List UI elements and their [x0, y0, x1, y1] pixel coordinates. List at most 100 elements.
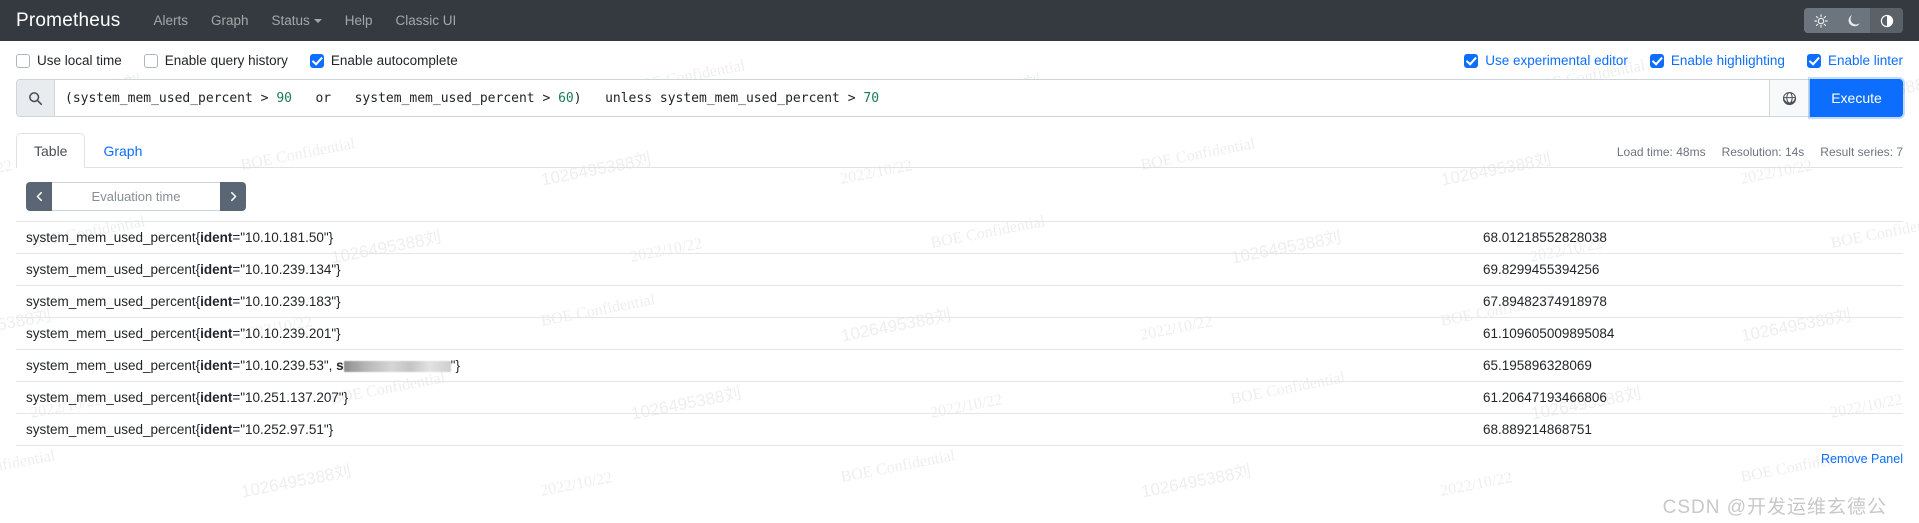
brand-prometheus[interactable]: Prometheus: [16, 10, 120, 32]
label-key: ident: [200, 422, 233, 437]
theme-toggle-group: [1804, 8, 1903, 33]
nav-item-alerts[interactable]: Alerts: [142, 7, 199, 34]
query-row: (system_mem_used_percent > 90 or system_…: [0, 74, 1919, 117]
label-key: ident: [200, 262, 233, 277]
tab-graph[interactable]: Graph: [85, 133, 160, 168]
results-table: system_mem_used_percent{ident="10.10.181…: [16, 221, 1903, 445]
query-token: (system_mem_used_percent: [65, 90, 261, 106]
value-cell: 65.195896328069: [1483, 358, 1592, 373]
dark-theme-button[interactable]: [1837, 8, 1870, 33]
panel-tabs: Table Graph Load time: 48ms Resolution: …: [16, 133, 1903, 168]
metric-explorer-button[interactable]: [1770, 79, 1810, 117]
query-token: 90: [276, 90, 292, 106]
options-row-right: Use experimental editor Enable highlight…: [1442, 53, 1903, 68]
metric-close-brace: }: [336, 326, 341, 341]
table-row: system_mem_used_percent{ident="10.251.13…: [16, 381, 1903, 414]
nav-links: Alerts Graph Status Help Classic UI: [142, 7, 467, 34]
checkbox-use-local-time-label: Use local time: [37, 53, 122, 68]
metric-name: system_mem_used_percent{: [26, 326, 201, 341]
query-input-group[interactable]: (system_mem_used_percent > 90 or system_…: [16, 79, 1770, 117]
label-key: ident: [200, 358, 233, 373]
metric-name: system_mem_used_percent{: [26, 294, 201, 309]
table-row: system_mem_used_percent{ident="10.10.181…: [16, 221, 1903, 254]
chevron-down-icon: [313, 19, 322, 23]
value-cell: 69.8299455394256: [1483, 262, 1600, 277]
label-value: ="10.10.181.50": [232, 230, 329, 245]
checkbox-use-experimental-editor[interactable]: Use experimental editor: [1464, 53, 1628, 68]
metric-close-brace: "}: [450, 358, 460, 373]
evaluation-time-group: [26, 182, 246, 211]
checkbox-enable-query-history[interactable]: Enable query history: [143, 53, 288, 68]
table-row: system_mem_used_percent{ident="10.10.239…: [16, 285, 1903, 318]
query-token: ): [573, 90, 582, 106]
checkbox-box[interactable]: [1464, 53, 1479, 68]
table-row: system_mem_used_percent{ident="10.10.239…: [16, 349, 1903, 382]
metric-close-brace: }: [328, 422, 334, 437]
metric-close-brace: }: [336, 262, 341, 277]
nav-item-help[interactable]: Help: [334, 7, 384, 34]
stat-result-series: Result series: 7: [1820, 145, 1903, 159]
label-value: ="10.10.239.134": [232, 262, 337, 277]
nav-item-help-label: Help: [344, 13, 373, 28]
query-token: >: [260, 90, 277, 106]
nav-item-alerts-label: Alerts: [153, 13, 188, 28]
nav-item-status-label: Status: [271, 13, 310, 28]
query-token: or: [291, 90, 355, 106]
navbar: Prometheus Alerts Graph Status Help Clas…: [0, 0, 1919, 41]
value-cell: 67.89482374918978: [1483, 294, 1607, 309]
watermark-text: 2022/10/22: [1438, 469, 1514, 500]
checkbox-box[interactable]: [1649, 53, 1664, 68]
metric-name: system_mem_used_percent{: [26, 390, 201, 405]
tab-graph-label: Graph: [103, 143, 143, 159]
sun-icon: [1813, 13, 1828, 28]
checkbox-box[interactable]: [16, 53, 30, 68]
nav-item-graph[interactable]: Graph: [200, 7, 260, 34]
nav-item-status[interactable]: Status: [261, 7, 333, 34]
label-value: ="10.251.137.207": [232, 390, 344, 405]
checkbox-enable-query-history-label: Enable query history: [164, 53, 288, 68]
evaluation-time-prev-button[interactable]: [26, 182, 52, 211]
search-icon: [17, 80, 55, 116]
checkbox-enable-autocomplete[interactable]: Enable autocomplete: [309, 53, 458, 68]
globe-icon: [1782, 91, 1797, 105]
evaluation-time-row: [16, 168, 1903, 221]
metric-cell: system_mem_used_percent{ident="10.10.239…: [16, 318, 1473, 350]
metric-cell: system_mem_used_percent{ident="10.10.181…: [16, 222, 1473, 254]
label-key: ident: [200, 390, 233, 405]
nav-item-classic-ui[interactable]: Classic UI: [385, 7, 468, 34]
checkbox-box[interactable]: [143, 53, 158, 68]
metric-cell: system_mem_used_percent{ident="10.252.97…: [16, 414, 1473, 446]
label-key-redacted: s: [336, 358, 344, 373]
label-value: ="10.252.97.51": [232, 422, 329, 437]
checkbox-enable-linter[interactable]: Enable linter: [1806, 53, 1903, 68]
auto-theme-button[interactable]: [1870, 8, 1903, 33]
remove-panel-link[interactable]: Remove Panel: [1821, 452, 1903, 466]
query-token: >: [542, 90, 559, 106]
query-stats: Load time: 48ms Resolution: 14s Result s…: [1617, 145, 1903, 167]
tab-table-label: Table: [34, 143, 68, 159]
stat-load-time: Load time: 48ms: [1616, 145, 1706, 159]
table-row: system_mem_used_percent{ident="10.10.239…: [16, 253, 1903, 286]
redacted-label-value: [343, 361, 451, 372]
table-row: system_mem_used_percent{ident="10.10.239…: [16, 317, 1903, 350]
checkbox-enable-highlighting[interactable]: Enable highlighting: [1649, 53, 1785, 68]
light-theme-button[interactable]: [1804, 8, 1837, 33]
checkbox-use-local-time[interactable]: Use local time: [16, 53, 122, 68]
value-cell: 68.889214868751: [1483, 422, 1592, 437]
query-expression-input[interactable]: (system_mem_used_percent > 90 or system_…: [55, 80, 1769, 116]
query-token: system_mem_used_percent: [354, 90, 543, 106]
tab-table[interactable]: Table: [16, 133, 86, 168]
value-cell: 68.01218552828038: [1483, 230, 1607, 245]
checkbox-box[interactable]: [1806, 53, 1821, 68]
evaluation-time-input[interactable]: [52, 182, 220, 211]
evaluation-time-next-button[interactable]: [220, 182, 246, 211]
metric-cell: system_mem_used_percent{ident="10.251.13…: [16, 382, 1473, 414]
query-token: unless: [581, 90, 660, 106]
metric-close-brace: }: [343, 390, 349, 405]
label-value: ="10.10.239.183": [232, 294, 337, 309]
execute-button[interactable]: Execute: [1810, 79, 1903, 117]
checkbox-enable-linter-label: Enable linter: [1827, 53, 1903, 68]
metric-cell: system_mem_used_percent{ident="10.10.239…: [16, 286, 1473, 318]
checkbox-box[interactable]: [309, 53, 324, 68]
remove-panel-row: Remove Panel: [0, 446, 1919, 468]
